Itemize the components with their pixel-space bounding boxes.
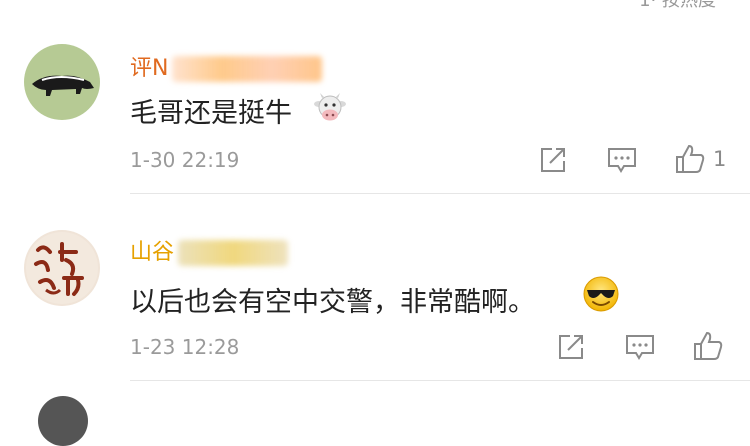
redacted-username-overlay [172,56,323,82]
comment-username[interactable]: 山谷 [130,234,289,266]
seal-stamp-logo-icon [26,232,98,304]
sort-order-label[interactable]: 1· 按热度 [639,0,716,12]
share-icon[interactable] [556,332,586,362]
redacted-username-overlay [178,240,289,266]
like-thumbs-up-icon[interactable] [692,330,724,362]
comment-divider [130,380,750,381]
share-icon[interactable] [538,145,568,175]
like-count: 1 [713,147,727,171]
comment-divider [130,193,750,194]
comment-icon[interactable] [606,145,638,175]
comment-timestamp: 1-30 22:19 [130,148,240,172]
cow-face-emoji-icon [314,93,346,121]
comment-text: 毛哥还是挺牛 [130,98,292,129]
avatar[interactable] [24,230,100,306]
comment-username[interactable]: 评N [130,50,323,82]
smiling-face-with-sunglasses-emoji-icon [583,276,619,312]
avatar[interactable] [38,396,88,446]
like-thumbs-up-icon[interactable] [674,143,706,175]
comment-icon[interactable] [624,332,656,362]
badger-logo-icon [32,75,94,96]
comment-text: 以后也会有空中交警，非常酷啊。 [130,287,535,318]
comment-timestamp: 1-23 12:28 [130,335,240,359]
avatar[interactable] [24,44,100,120]
